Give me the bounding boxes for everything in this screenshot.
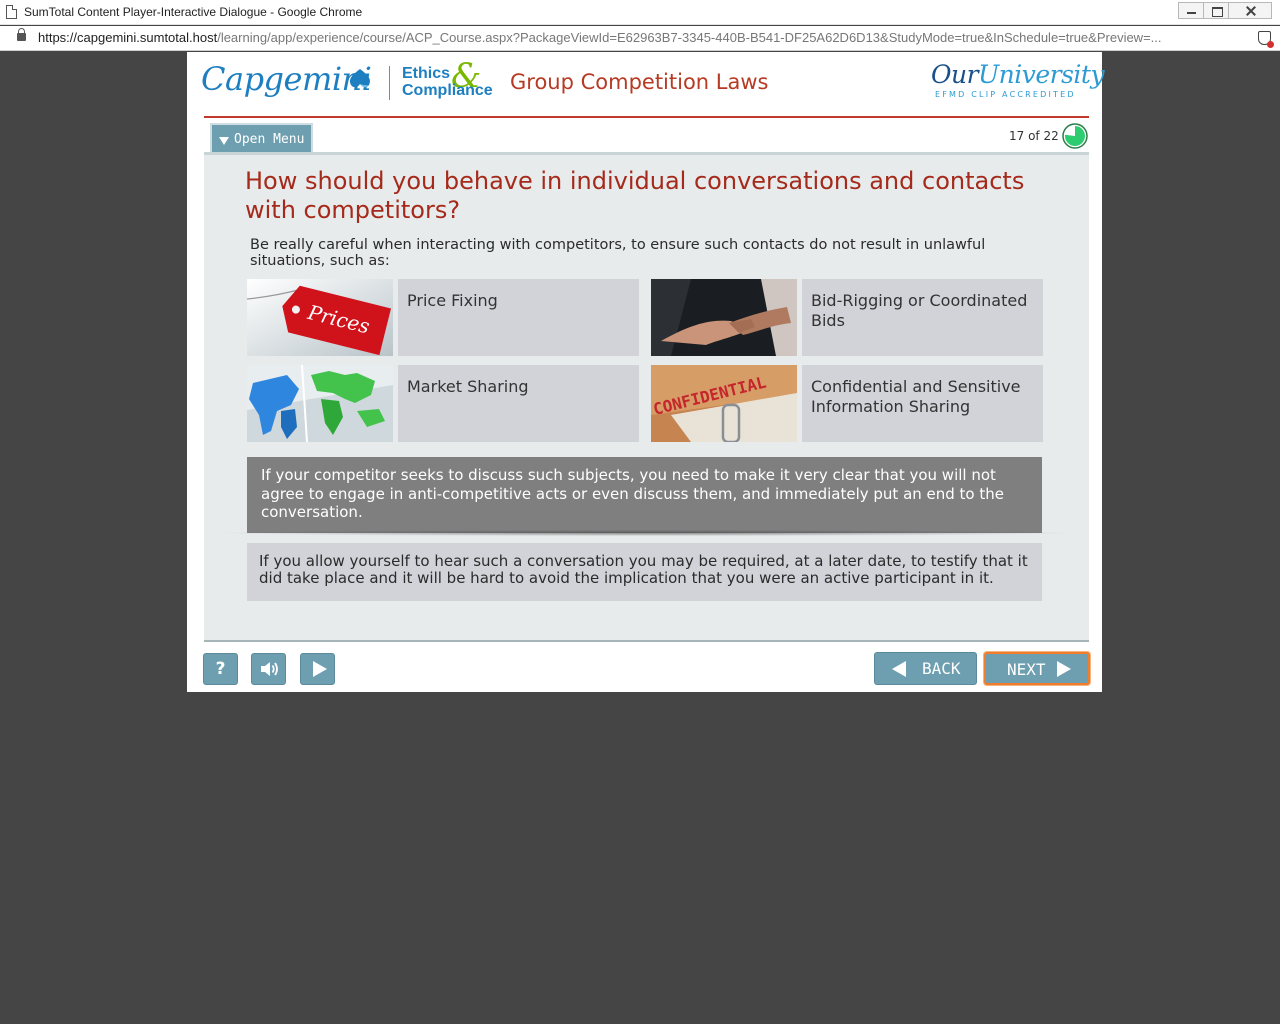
next-button[interactable]: NEXT bbox=[984, 652, 1090, 685]
question-heading: How should you behave in individual conv… bbox=[245, 167, 1025, 224]
address-bar[interactable]: https://capgemini.sumtotal.host/learning… bbox=[0, 26, 1280, 51]
spade-icon bbox=[350, 69, 370, 88]
card-bid-rigging: Bid-Rigging or Coordinated Bids bbox=[651, 279, 1047, 356]
menu-triangle-icon bbox=[219, 137, 229, 145]
warning-note: If you allow yourself to hear such a con… bbox=[247, 543, 1042, 601]
ethics-compliance-logo: & Ethics Compliance bbox=[401, 56, 493, 108]
next-label: NEXT bbox=[1007, 660, 1046, 679]
ou-university: University bbox=[978, 60, 1105, 89]
card-market-sharing: Market Sharing bbox=[247, 365, 643, 442]
slide-counter: 17 of 22 bbox=[1009, 129, 1059, 143]
logo-separator bbox=[389, 66, 390, 100]
card-price-fixing: Prices Price Fixing bbox=[247, 279, 643, 356]
course-header: Capgemini & Ethics Compliance Group Comp… bbox=[187, 52, 1105, 118]
next-arrow-icon bbox=[1057, 661, 1071, 677]
open-menu-button[interactable]: Open Menu bbox=[210, 123, 313, 153]
ethics-text: Ethics bbox=[402, 65, 451, 82]
guidance-banner: If your competitor seeks to discuss such… bbox=[247, 457, 1042, 533]
our-university-logo: OurUniversity EFMD CLIP ACCREDITED bbox=[931, 60, 1105, 102]
ou-accreditation: EFMD CLIP ACCREDITED bbox=[935, 90, 1076, 99]
url-host: https://capgemini.sumtotal.host bbox=[38, 30, 218, 45]
lock-icon bbox=[17, 28, 26, 41]
card-confidential: CONFIDENTIAL Confidential and Sensitive … bbox=[651, 365, 1047, 442]
header-divider bbox=[204, 116, 1089, 118]
play-button[interactable] bbox=[300, 653, 335, 685]
compliance-text: Compliance bbox=[402, 82, 493, 99]
card-label: Market Sharing bbox=[398, 365, 639, 442]
back-arrow-icon bbox=[892, 661, 906, 677]
minimize-button[interactable] bbox=[1178, 2, 1204, 19]
open-menu-label: Open Menu bbox=[234, 132, 305, 147]
card-label: Bid-Rigging or Coordinated Bids bbox=[802, 279, 1043, 356]
confidential-folder-image: CONFIDENTIAL bbox=[651, 365, 797, 442]
slide-content: How should you behave in individual conv… bbox=[204, 152, 1089, 640]
extension-icon[interactable] bbox=[1258, 31, 1274, 48]
restore-button[interactable] bbox=[1203, 2, 1229, 19]
course-player: Capgemini & Ethics Compliance Group Comp… bbox=[187, 52, 1105, 692]
intro-text: Be really careful when interacting with … bbox=[250, 237, 986, 269]
card-label: Price Fixing bbox=[398, 279, 639, 356]
course-title: Group Competition Laws bbox=[510, 70, 769, 94]
back-label: BACK bbox=[922, 659, 961, 678]
world-map-image bbox=[247, 365, 393, 442]
window-titlebar: SumTotal Content Player-Interactive Dial… bbox=[0, 0, 1280, 25]
back-button[interactable]: BACK bbox=[874, 652, 977, 685]
audio-button[interactable] bbox=[251, 653, 286, 685]
url-text[interactable]: https://capgemini.sumtotal.host/learning… bbox=[38, 30, 1162, 45]
progress-pie-icon bbox=[1062, 123, 1088, 149]
card-label: Confidential and Sensitive Information S… bbox=[802, 365, 1043, 442]
banner-shadow bbox=[224, 530, 1069, 536]
content-divider bbox=[204, 640, 1089, 642]
help-button[interactable]: ? bbox=[203, 653, 238, 685]
page-icon bbox=[6, 5, 17, 19]
speaker-icon bbox=[261, 662, 278, 676]
handshake-image bbox=[651, 279, 797, 356]
help-icon: ? bbox=[215, 659, 226, 679]
our-university-wordmark: OurUniversity bbox=[931, 60, 1105, 89]
play-icon bbox=[313, 661, 327, 677]
price-tag-image: Prices bbox=[247, 279, 393, 356]
ou-our: Our bbox=[931, 60, 979, 89]
close-button[interactable] bbox=[1228, 2, 1272, 19]
url-path: /learning/app/experience/course/ACP_Cour… bbox=[217, 30, 1162, 45]
window-controls bbox=[1178, 2, 1272, 19]
window-title: SumTotal Content Player-Interactive Dial… bbox=[24, 5, 363, 19]
